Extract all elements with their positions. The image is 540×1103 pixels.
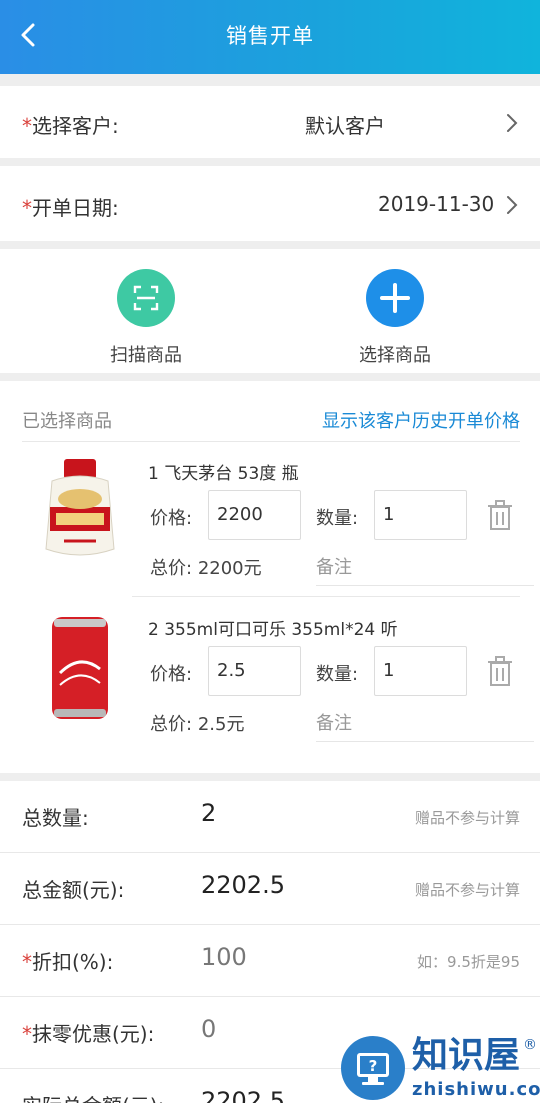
total-amount-hint: 赠品不参与计算 (414, 881, 520, 899)
note-input[interactable]: 备注 (316, 553, 534, 586)
total-value: 2200元 (197, 558, 262, 579)
history-price-link[interactable]: 显示该客户历史开单价格 (322, 407, 520, 433)
date-value: 2019-11-30 (378, 192, 495, 216)
price-label: 价格: (150, 508, 193, 529)
rounding-input[interactable]: 0 (201, 1015, 216, 1043)
date-label: 开单日期: (32, 196, 119, 220)
trash-icon[interactable] (486, 499, 514, 531)
product-name: 1 飞天茅台 53度 瓶 (148, 464, 299, 484)
customer-label: 选择客户: (32, 114, 119, 138)
price-label: 价格: (150, 664, 193, 685)
watermark: ? 知识屋 ® zhishiwu.com (340, 1033, 540, 1103)
discount-hint: 如：9.5折是95 (417, 953, 520, 971)
required-mark: * (22, 1022, 32, 1046)
required-mark: * (22, 114, 32, 138)
select-product-button[interactable]: 选择商品 (325, 269, 465, 367)
trash-icon[interactable] (486, 655, 514, 687)
product-name: 2 355ml可口可乐 355ml*24 听 (148, 620, 398, 640)
product-image-cola (52, 617, 108, 719)
chevron-right-icon (507, 114, 518, 132)
date-row[interactable]: *开单日期: 2019-11-30 (0, 166, 540, 241)
actual-total-label: 实际总金额(元): (22, 1090, 164, 1103)
rounding-label: 抹零优惠(元): (32, 1022, 155, 1046)
quantity-label: 数量: (316, 664, 359, 685)
product-item: 2 355ml可口可乐 355ml*24 听 价格: 2.5 数量: 1 总价:… (0, 597, 540, 753)
total-label: 总价: (150, 714, 193, 735)
page-title: 销售开单 (226, 24, 314, 48)
total-quantity-value: 2 (201, 799, 217, 827)
total-amount-row: 总金额(元): 2202.5 赠品不参与计算 (0, 853, 540, 925)
scan-product-button[interactable]: 扫描商品 (76, 269, 216, 367)
svg-text:?: ? (369, 1057, 378, 1075)
total-quantity-hint: 赠品不参与计算 (414, 809, 520, 827)
watermark-registered: ® (523, 1037, 537, 1053)
total-quantity-label: 总数量: (22, 806, 89, 830)
price-input[interactable]: 2200 (208, 490, 301, 540)
chevron-right-icon (507, 196, 518, 214)
total-amount-label: 总金额(元): (22, 878, 125, 902)
quantity-input[interactable]: 1 (374, 490, 467, 540)
actual-total-value: 2202.5 (201, 1087, 285, 1103)
note-input[interactable]: 备注 (316, 709, 534, 742)
quantity-input[interactable]: 1 (374, 646, 467, 696)
action-panel: 扫描商品 选择商品 (0, 249, 540, 373)
selected-title: 已选择商品 (22, 411, 112, 432)
product-image-moutai (45, 459, 115, 556)
help-monitor-icon: ? (341, 1036, 405, 1100)
total-amount-value: 2202.5 (201, 871, 285, 899)
customer-value: 默认客户 (305, 114, 385, 138)
plus-icon (380, 283, 410, 313)
watermark-brand: 知识屋 (412, 1034, 521, 1076)
required-mark: * (22, 196, 32, 220)
discount-row[interactable]: *折扣(%): 100 如：9.5折是95 (0, 925, 540, 997)
watermark-domain: zhishiwu.com (412, 1079, 540, 1100)
top-bar: 销售开单 (0, 0, 540, 74)
price-input[interactable]: 2.5 (208, 646, 301, 696)
select-product-label: 选择商品 (359, 345, 431, 366)
scan-product-label: 扫描商品 (110, 345, 182, 366)
discount-label: 折扣(%): (32, 950, 114, 974)
quantity-label: 数量: (316, 508, 359, 529)
required-mark: * (22, 950, 32, 974)
selected-products-panel: 已选择商品 显示该客户历史开单价格 1 飞天茅台 53度 瓶 价格: 2200 … (0, 381, 540, 773)
product-item: 1 飞天茅台 53度 瓶 价格: 2200 数量: 1 总价: 2200元 备注 (0, 441, 540, 597)
total-value: 2.5元 (197, 714, 245, 735)
customer-row[interactable]: *选择客户: 默认客户 (0, 86, 540, 158)
scan-icon (133, 285, 159, 311)
total-quantity-row: 总数量: 2 赠品不参与计算 (0, 781, 540, 853)
discount-input[interactable]: 100 (201, 943, 247, 971)
total-label: 总价: (150, 558, 193, 579)
